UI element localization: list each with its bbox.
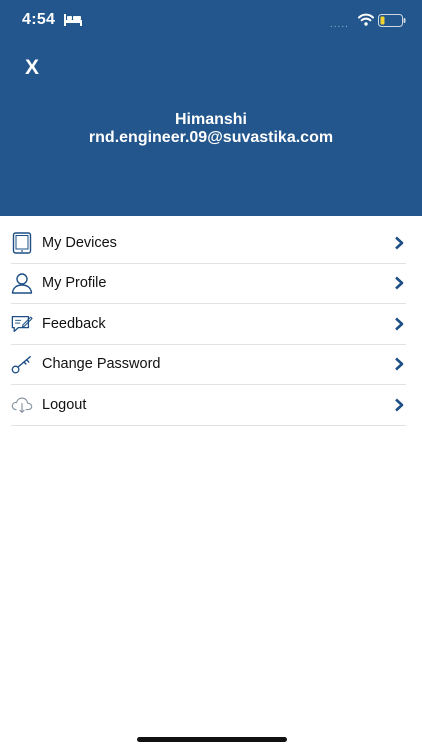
menu-item-change-password[interactable]: Change Password: [11, 345, 406, 385]
profile-header: X Himanshi rnd.engineer.09@suvastika.com: [0, 41, 422, 216]
chevron-right-icon: [392, 275, 406, 291]
menu-item-label: Logout: [42, 396, 87, 413]
user-email: rnd.engineer.09@suvastika.com: [88, 129, 334, 146]
signal-strength: .....: [330, 19, 349, 30]
menu-item-logout[interactable]: Logout: [11, 385, 406, 426]
wifi-icon: [358, 13, 374, 31]
chevron-right-icon: [392, 316, 406, 332]
menu-item-feedback[interactable]: Feedback: [11, 304, 406, 345]
chevron-right-icon: [392, 235, 406, 251]
menu-item-my-devices[interactable]: My Devices: [11, 223, 406, 264]
bed-icon: [64, 13, 82, 31]
user-name: Himanshi: [174, 111, 247, 128]
menu-item-label: My Devices: [42, 234, 117, 251]
feedback-icon: [11, 313, 33, 335]
cloud-icon: [11, 394, 33, 416]
menu-list: My Devices My Profile Feedback Change Pa…: [11, 223, 406, 426]
key-icon: [11, 353, 33, 375]
close-button[interactable]: X: [19, 55, 45, 81]
user-icon: [11, 272, 33, 294]
menu-item-label: Feedback: [42, 315, 106, 332]
status-bar: 4:54 .....: [0, 0, 422, 41]
menu-item-my-profile[interactable]: My Profile: [11, 264, 406, 304]
tablet-icon: [11, 232, 33, 254]
chevron-right-icon: [392, 397, 406, 413]
chevron-right-icon: [392, 356, 406, 372]
menu-item-label: My Profile: [42, 275, 107, 292]
home-indicator[interactable]: [137, 737, 287, 742]
status-time: 4:54: [22, 11, 56, 28]
menu-item-label: Change Password: [42, 356, 161, 373]
battery-icon: [378, 14, 406, 32]
